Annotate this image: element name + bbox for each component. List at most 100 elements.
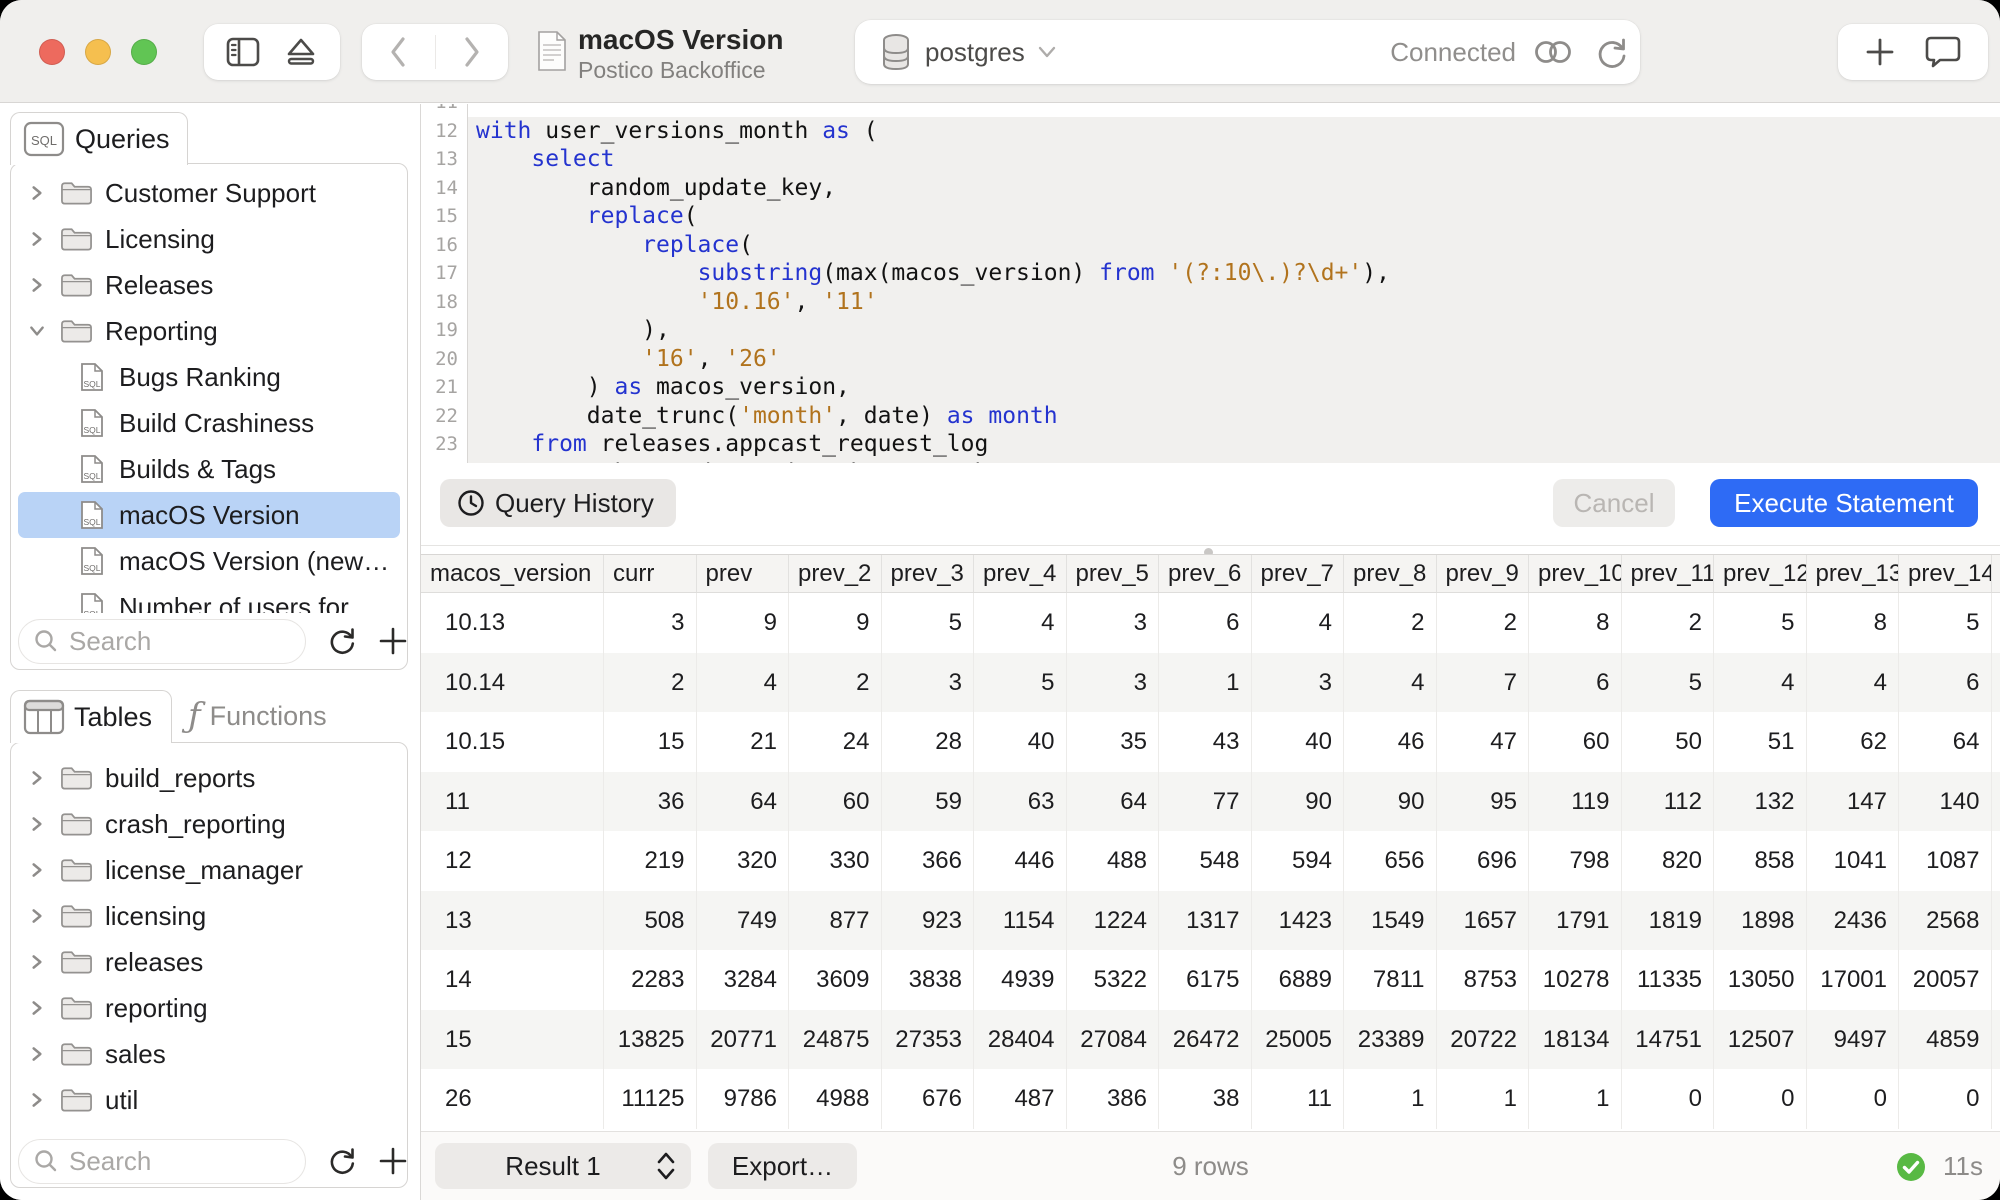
table-row-15[interactable]: 1513825207712487527353284042708426472250… xyxy=(421,1010,2000,1070)
cancel-button[interactable]: Cancel xyxy=(1553,479,1675,527)
code-line-18[interactable]: '10.16', '11' xyxy=(468,288,2000,317)
code-line-14[interactable]: random_update_key, xyxy=(468,174,2000,203)
chevron-right-icon[interactable] xyxy=(24,184,50,202)
close-button[interactable] xyxy=(39,39,65,65)
chevron-right-icon[interactable] xyxy=(24,999,50,1017)
eject-button[interactable] xyxy=(281,34,321,70)
column-header-prev-3[interactable]: prev_3 xyxy=(882,555,975,592)
table-row-10-13[interactable]: 10.13399543642282585 xyxy=(421,593,2000,653)
tab-tables[interactable]: Tables xyxy=(10,690,172,743)
chevron-right-icon[interactable] xyxy=(24,953,50,971)
table-row-10-14[interactable]: 10.14242353134765446 xyxy=(421,653,2000,713)
code-line-20[interactable]: '16', '26' xyxy=(468,345,2000,374)
code-line-16[interactable]: replace( xyxy=(468,231,2000,260)
chevron-right-icon[interactable] xyxy=(24,230,50,248)
add-table-button[interactable] xyxy=(378,1146,408,1176)
chevron-right-icon[interactable] xyxy=(24,769,50,787)
code-line-12[interactable]: with user_versions_month as ( xyxy=(468,117,2000,146)
query-history-button[interactable]: Query History xyxy=(440,479,676,527)
tables-search-input[interactable] xyxy=(69,1146,279,1177)
code-line-23[interactable]: from releases.appcast_request_log xyxy=(468,430,2000,459)
chevron-right-icon[interactable] xyxy=(24,815,50,833)
query-item-macos-version[interactable]: SQLmacOS Version xyxy=(18,492,400,538)
table-row-11[interactable]: 1136646059636477909095119112132147140 xyxy=(421,772,2000,832)
chevron-right-icon[interactable] xyxy=(24,276,50,294)
queries-refresh-button[interactable] xyxy=(326,624,358,658)
table-row-13[interactable]: 1350874987792311541224131714231549165717… xyxy=(421,891,2000,951)
folder-util[interactable]: util xyxy=(18,1077,400,1123)
column-header-prev-11[interactable]: prev_11 xyxy=(1622,555,1715,592)
forward-button[interactable] xyxy=(459,33,485,71)
query-item-number-of-users-for[interactable]: SQLNumber of users for… xyxy=(18,584,400,613)
code-line-15[interactable]: replace( xyxy=(468,202,2000,231)
folder-releases[interactable]: Releases xyxy=(18,262,400,308)
folder-crash-reporting[interactable]: crash_reporting xyxy=(18,801,400,847)
tab-functions[interactable]: ƒ Functions xyxy=(180,691,395,741)
tab-queries[interactable]: SQL Queries xyxy=(10,112,188,165)
column-header-prev[interactable]: prev xyxy=(697,555,790,592)
query-item-macos-version-new[interactable]: SQLmacOS Version (new… xyxy=(18,538,400,584)
code-line-13[interactable]: select xyxy=(468,145,2000,174)
column-header-prev-13[interactable]: prev_13 xyxy=(1807,555,1900,592)
chevron-right-icon[interactable] xyxy=(24,1045,50,1063)
column-header-prev-14[interactable]: prev_14 xyxy=(1899,555,1992,592)
column-header-prev-2[interactable]: prev_2 xyxy=(789,555,882,592)
zoom-button[interactable] xyxy=(131,39,157,65)
sidebar-toggle-button[interactable] xyxy=(223,34,263,70)
code-area[interactable]: with user_versions_month as ( select ran… xyxy=(468,104,2000,463)
queries-search-field[interactable] xyxy=(18,619,306,664)
query-item-builds-tags[interactable]: SQLBuilds & Tags xyxy=(18,446,400,492)
folder-customer-support[interactable]: Customer Support xyxy=(18,170,400,216)
cell: 7 xyxy=(1437,653,1530,713)
folder-licensing[interactable]: licensing xyxy=(18,893,400,939)
column-header-prev-9[interactable]: prev_9 xyxy=(1437,555,1530,592)
tables-refresh-button[interactable] xyxy=(326,1144,358,1178)
code-line-17[interactable]: substring(max(macos_version) from '(?:10… xyxy=(468,259,2000,288)
column-header-prev-6[interactable]: prev_6 xyxy=(1159,555,1252,592)
feedback-bubble-button[interactable] xyxy=(1923,33,1963,71)
code-line-21[interactable]: ) as macos_version, xyxy=(468,373,2000,402)
chevron-right-icon[interactable] xyxy=(24,861,50,879)
column-header-prev-7[interactable]: prev_7 xyxy=(1252,555,1345,592)
minimize-button[interactable] xyxy=(85,39,111,65)
export-button[interactable]: Export… xyxy=(708,1143,857,1189)
table-row-14[interactable]: 1422833284360938384939532261756889781187… xyxy=(421,950,2000,1010)
queries-search-input[interactable] xyxy=(69,626,279,657)
folder-reporting[interactable]: reporting xyxy=(18,985,400,1031)
folder-releases[interactable]: releases xyxy=(18,939,400,985)
table-row-10-15[interactable]: 10.15152124284035434046476050516264 xyxy=(421,712,2000,772)
column-header-macos-version[interactable]: macos_version xyxy=(421,555,604,592)
table-row-12[interactable]: 1221932033036644648854859465669679882085… xyxy=(421,831,2000,891)
code-line-22[interactable]: date_trunc('month', date) as month xyxy=(468,402,2000,431)
column-header-curr[interactable]: curr xyxy=(604,555,697,592)
column-header-prev-12[interactable]: prev_12 xyxy=(1714,555,1807,592)
sql-editor[interactable]: with user_versions_month as ( select ran… xyxy=(421,104,2000,463)
column-header-prev-10[interactable]: prev_10 xyxy=(1529,555,1622,592)
column-header-prev-4[interactable]: prev_4 xyxy=(974,555,1067,592)
reconnect-refresh-icon[interactable] xyxy=(1594,34,1630,77)
chevron-right-icon[interactable] xyxy=(24,907,50,925)
add-query-button[interactable] xyxy=(378,626,408,656)
code-line-19[interactable]: ), xyxy=(468,316,2000,345)
query-item-bugs-ranking[interactable]: SQLBugs Ranking xyxy=(18,354,400,400)
folder-sales[interactable]: sales xyxy=(18,1031,400,1077)
database-selector[interactable]: postgres xyxy=(879,20,1057,84)
code-line-11[interactable] xyxy=(468,104,2000,117)
column-header-prev-5[interactable]: prev_5 xyxy=(1067,555,1160,592)
chevron-down-icon[interactable] xyxy=(24,322,50,340)
execute-statement-button[interactable]: Execute Statement xyxy=(1710,479,1978,527)
folder-reporting[interactable]: Reporting xyxy=(18,308,400,354)
add-button[interactable] xyxy=(1863,35,1897,69)
folder-build-reports[interactable]: build_reports xyxy=(18,755,400,801)
pane-splitter[interactable] xyxy=(421,545,2000,554)
column-header-prev-8[interactable]: prev_8 xyxy=(1344,555,1437,592)
back-button[interactable] xyxy=(385,33,411,71)
query-item-build-crashiness[interactable]: SQLBuild Crashiness xyxy=(18,400,400,446)
table-row-26[interactable]: 26111259786498867648738638111110000 xyxy=(421,1069,2000,1129)
link-icon[interactable] xyxy=(1530,32,1576,77)
result-selector[interactable]: Result 1 xyxy=(435,1143,691,1189)
folder-licensing[interactable]: Licensing xyxy=(18,216,400,262)
tables-search-field[interactable] xyxy=(18,1139,306,1184)
chevron-right-icon[interactable] xyxy=(24,1091,50,1109)
folder-license-manager[interactable]: license_manager xyxy=(18,847,400,893)
